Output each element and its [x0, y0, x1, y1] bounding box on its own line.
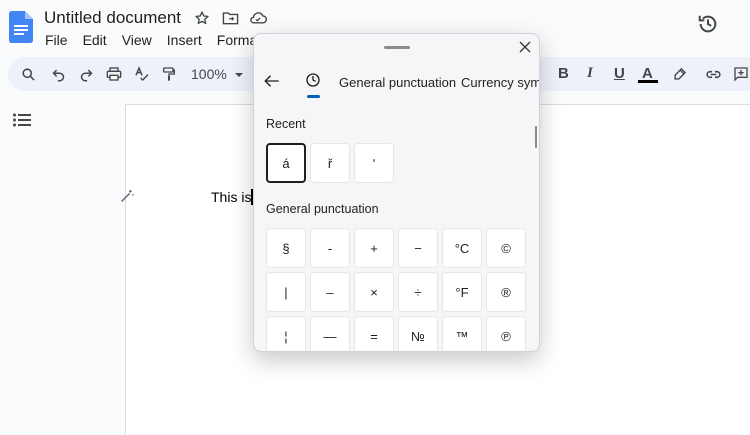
tab-currency-symbols[interactable]: Currency symbo [461, 75, 539, 90]
symbol-key[interactable]: − [398, 228, 438, 268]
symbol-picker-panel: General punctuation Currency symbo Recen… [253, 33, 540, 352]
symbol-key[interactable]: ÷ [398, 272, 438, 312]
recent-clock-icon[interactable] [305, 72, 321, 88]
symbol-key[interactable]: °F [442, 272, 482, 312]
cloud-status-icon[interactable] [249, 9, 267, 27]
print-icon[interactable] [105, 65, 123, 83]
document-title[interactable]: Untitled document [44, 8, 181, 28]
menu-insert[interactable]: Insert [167, 32, 202, 48]
undo-icon[interactable] [49, 65, 67, 83]
document-outline-icon[interactable] [13, 113, 31, 127]
docs-logo-icon[interactable] [9, 11, 33, 43]
zoom-select[interactable]: 100% [191, 66, 227, 82]
symbol-key[interactable]: © [486, 228, 526, 268]
italic-button[interactable]: I [587, 65, 593, 82]
recent-symbol-key[interactable]: á [266, 143, 306, 183]
menu-bar: File Edit View Insert Format [45, 32, 276, 48]
chevron-down-icon[interactable] [230, 66, 248, 84]
symbol-key[interactable]: ® [486, 272, 526, 312]
star-icon[interactable] [193, 9, 211, 27]
general-punctuation-section-label: General punctuation [266, 202, 379, 216]
document-body-text[interactable]: This is [211, 189, 251, 205]
recent-symbol-key[interactable]: ʹ [354, 143, 394, 183]
highlight-pen-icon[interactable] [670, 65, 688, 83]
paint-format-icon[interactable] [160, 65, 178, 83]
close-icon[interactable] [518, 40, 532, 54]
symbol-key[interactable]: ¦ [266, 316, 306, 351]
recent-section-label: Recent [266, 117, 306, 131]
text-color-swatch [638, 80, 658, 83]
symbol-key[interactable]: № [398, 316, 438, 351]
underline-button[interactable]: U [614, 65, 625, 82]
back-arrow-icon[interactable] [263, 72, 281, 90]
menu-view[interactable]: View [122, 32, 152, 48]
symbol-key[interactable]: — [310, 316, 350, 351]
symbol-key[interactable]: § [266, 228, 306, 268]
bold-button[interactable]: B [558, 65, 569, 82]
symbol-key[interactable]: °C [442, 228, 482, 268]
symbol-key[interactable]: - [310, 228, 350, 268]
search-menus-icon[interactable] [19, 65, 37, 83]
tab-general-punctuation[interactable]: General punctuation [339, 75, 456, 90]
active-tab-indicator [307, 95, 320, 98]
insert-link-icon[interactable] [704, 65, 722, 83]
menu-edit[interactable]: Edit [83, 32, 107, 48]
drag-handle[interactable] [384, 46, 410, 49]
symbol-key[interactable]: × [354, 272, 394, 312]
symbol-key[interactable]: ℗ [486, 316, 526, 351]
scrollbar[interactable] [535, 126, 537, 148]
version-history-icon[interactable] [697, 13, 719, 35]
recent-symbol-key[interactable]: ř [310, 143, 350, 183]
redo-icon[interactable] [77, 65, 95, 83]
move-folder-icon[interactable] [221, 9, 239, 27]
symbol-key[interactable]: = [354, 316, 394, 351]
magic-edit-icon[interactable] [119, 188, 135, 204]
symbol-key[interactable]: + [354, 228, 394, 268]
spellcheck-icon[interactable] [133, 65, 151, 83]
symbol-key[interactable]: | [266, 272, 306, 312]
symbol-key[interactable]: ™ [442, 316, 482, 351]
add-comment-icon[interactable] [732, 65, 750, 83]
menu-file[interactable]: File [45, 32, 68, 48]
symbol-key[interactable]: – [310, 272, 350, 312]
